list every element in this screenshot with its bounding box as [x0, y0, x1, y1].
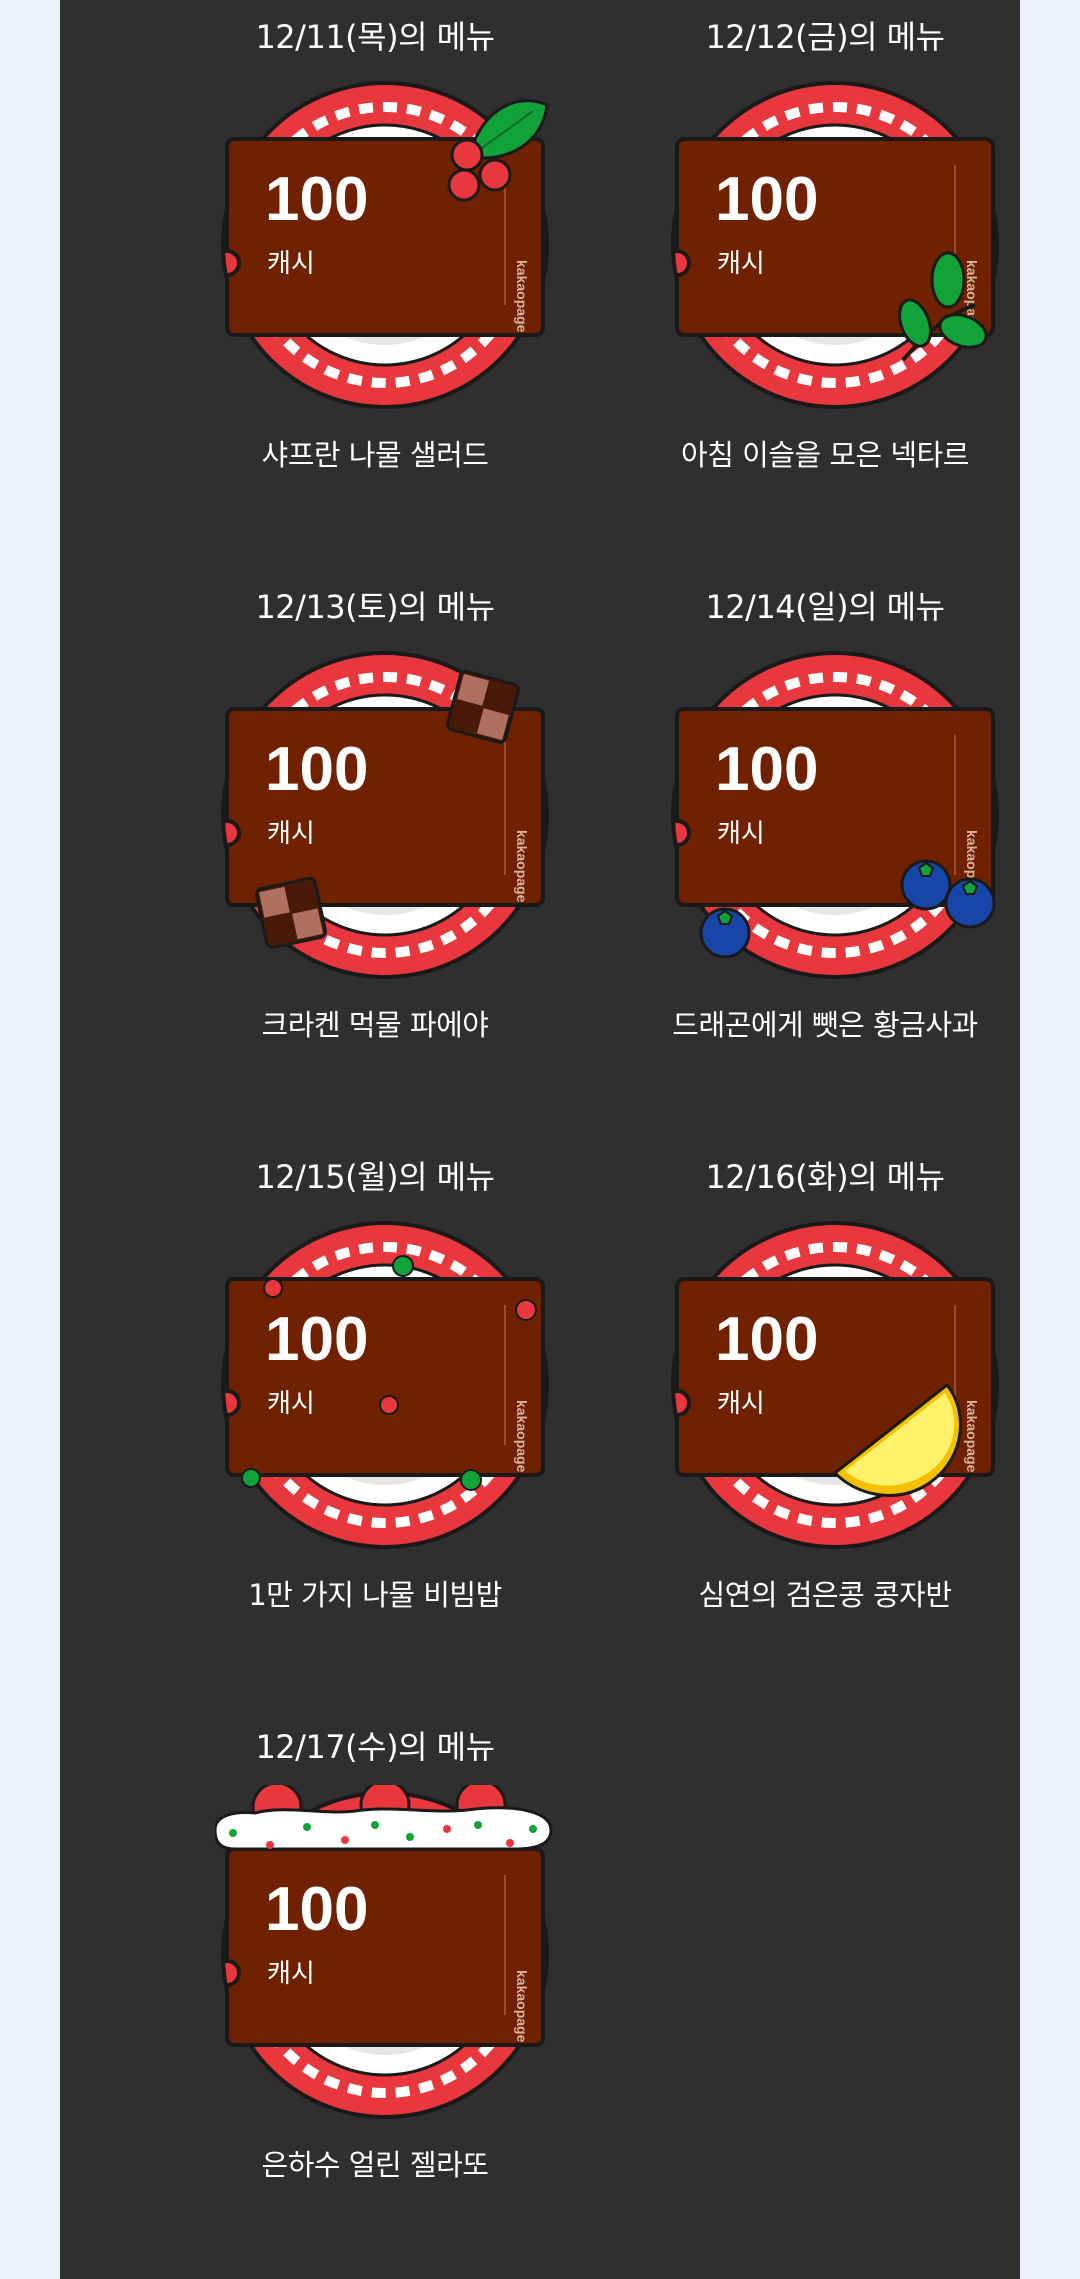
menu-card[interactable]: 12/14(일)의 메뉴 100 캐시 kakaopage 드래곤에게 뺏은 황… [595, 570, 1055, 1090]
menu-card[interactable]: 12/11(목)의 메뉴 100 캐시 kakaopage 샤프란 나물 샐러드 [145, 0, 605, 520]
svg-text:캐시: 캐시 [267, 249, 315, 279]
cream-cherry-icon [215, 1785, 553, 1851]
menu-card[interactable]: 12/15(월)의 메뉴 100 캐시 kakaopage 1만 가지 나물 비… [145, 1140, 605, 1660]
svg-text:100: 100 [715, 165, 818, 234]
card-title: 12/16(화)의 메뉴 [705, 1158, 945, 1196]
svg-text:100: 100 [715, 1305, 818, 1374]
svg-text:100: 100 [715, 735, 818, 804]
plate-ticket-art: 100 캐시 kakaopage [215, 75, 565, 415]
svg-text:100: 100 [265, 165, 368, 234]
card-caption: 크라켄 먹물 파에야 [261, 1008, 489, 1042]
svg-text:kakaopage: kakaopage [964, 1400, 980, 1473]
card-title: 12/14(일)의 메뉴 [705, 588, 945, 626]
cash-ticket[interactable]: 100 캐시 kakaopage [665, 1215, 1015, 1555]
cash-ticket[interactable]: 100 캐시 kakaopage [665, 75, 1015, 415]
card-title: 12/13(토)의 메뉴 [255, 588, 495, 626]
svg-text:kakaopage: kakaopage [514, 830, 530, 903]
svg-text:캐시: 캐시 [717, 819, 765, 849]
card-caption: 은하수 얼린 젤라또 [261, 2148, 489, 2182]
cash-ticket[interactable]: 100 캐시 kakaopage [215, 645, 565, 985]
card-caption: 심연의 검은콩 콩자반 [698, 1578, 952, 1612]
svg-text:캐시: 캐시 [267, 1959, 315, 1989]
cash-ticket[interactable]: 100 캐시 kakaopage [665, 645, 1015, 985]
menu-card[interactable]: 12/17(수)의 메뉴 100 캐시 kakaopage 은하수 얼린 젤라또 [145, 1710, 605, 2230]
menu-card[interactable]: 12/16(화)의 메뉴 100 캐시 kakaopage 심연의 검은콩 콩자… [595, 1140, 1055, 1660]
svg-text:100: 100 [265, 1305, 368, 1374]
card-caption: 샤프란 나물 샐러드 [261, 438, 489, 472]
card-caption: 아침 이슬을 모은 넥타르 [681, 438, 969, 472]
card-caption: 1만 가지 나물 비빔밥 [248, 1578, 502, 1612]
svg-text:캐시: 캐시 [267, 1389, 315, 1419]
svg-text:100: 100 [265, 735, 368, 804]
svg-text:캐시: 캐시 [717, 1389, 765, 1419]
svg-text:kakaopage: kakaopage [514, 1400, 530, 1473]
svg-text:kakaopage: kakaopage [514, 260, 530, 333]
card-caption: 드래곤에게 뺏은 황금사과 [672, 1008, 978, 1042]
svg-text:kakaopage: kakaopage [514, 1970, 530, 2043]
card-title: 12/12(금)의 메뉴 [705, 18, 945, 56]
svg-text:100: 100 [265, 1875, 368, 1944]
cash-ticket[interactable]: 100 캐시 kakaopage [215, 1785, 565, 2125]
card-title: 12/17(수)의 메뉴 [255, 1728, 495, 1766]
card-title: 12/15(월)의 메뉴 [255, 1158, 495, 1196]
menu-panel: 12/11(목)의 메뉴 100 캐시 kakaopage 샤프란 나물 샐러드… [60, 0, 1020, 2279]
menu-card[interactable]: 12/13(토)의 메뉴 100 캐시 kakaopage 크라켄 먹물 파에야 [145, 570, 605, 1090]
cash-ticket[interactable]: 100 캐시 kakaopage [215, 75, 565, 415]
card-title: 12/11(목)의 메뉴 [255, 18, 495, 56]
menu-card[interactable]: 12/12(금)의 메뉴 100 캐시 kakaopage 아침 이슬을 모은 … [595, 0, 1055, 520]
svg-text:캐시: 캐시 [717, 249, 765, 279]
cash-ticket[interactable]: 100 캐시 kakaopage [215, 1215, 565, 1555]
svg-text:캐시: 캐시 [267, 819, 315, 849]
